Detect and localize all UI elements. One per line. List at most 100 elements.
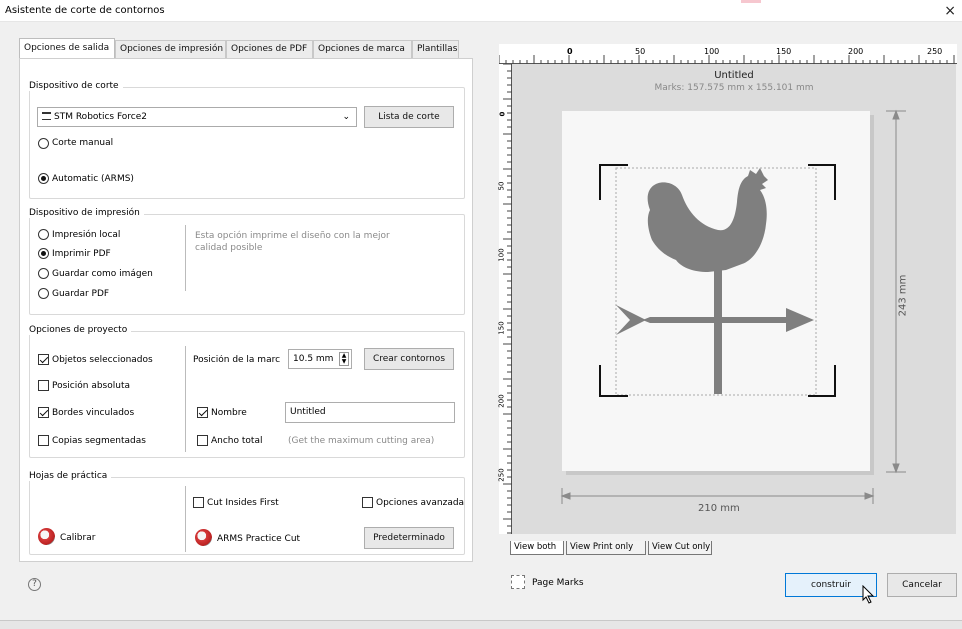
tab-view-both[interactable]: View both <box>510 541 564 555</box>
calibrate-icon[interactable] <box>38 528 55 545</box>
ruler-v-label: 150 <box>497 321 506 335</box>
total-width-label: Ancho total <box>211 436 263 446</box>
ruler-h-label: 50 <box>635 47 646 56</box>
advanced-options-label: Opciones avanzadas <box>376 498 464 508</box>
name-label: Nombre <box>211 408 247 418</box>
ruler-v-label: 100 <box>497 248 506 262</box>
height-dimension: 243 mm <box>897 274 909 317</box>
mark-position-input[interactable]: 10.5 mm ▲ ▼ <box>288 349 352 369</box>
weathervane-artwork <box>599 164 836 397</box>
save-pdf-label: Guardar PDF <box>52 289 110 299</box>
reg-mark-top-left <box>599 164 628 200</box>
print-device-label: Dispositivo de impresión <box>29 208 144 218</box>
mark-position-value: 10.5 mm <box>293 354 334 364</box>
horizontal-ruler: 0 50 100 150 200 250 <box>499 44 957 64</box>
mouse-cursor-icon <box>862 585 875 604</box>
practice-sheets-label: Hojas de práctica <box>29 471 112 481</box>
page-marks-label[interactable]: Page Marks <box>532 578 584 588</box>
total-width-checkbox[interactable] <box>197 435 208 446</box>
cut-device-select[interactable]: STM Robotics Force2 ⌄ <box>37 107 357 127</box>
divider <box>185 486 186 552</box>
help-icon[interactable]: ? <box>28 578 41 591</box>
tab-mark-options[interactable]: Opciones de marca <box>313 40 412 58</box>
segmented-copies-checkbox[interactable] <box>38 435 49 446</box>
rooster-silhouette <box>616 168 814 394</box>
default-button[interactable]: Predeterminado <box>364 527 454 549</box>
cut-device-group: Dispositivo de corte STM Robotics Force2… <box>29 81 465 199</box>
divider <box>185 225 186 291</box>
manual-cut-radio[interactable] <box>38 138 49 149</box>
ruler-h-label: 200 <box>848 47 864 56</box>
plotter-icon <box>42 112 51 120</box>
divider <box>185 346 186 452</box>
cancel-button[interactable]: Cancelar <box>887 573 957 597</box>
calibrate-label[interactable]: Calibrar <box>60 533 95 543</box>
linked-edges-label: Bordes vinculados <box>52 408 135 418</box>
project-options-group: Opciones de proyecto Objetos seleccionad… <box>29 325 465 458</box>
cut-list-button[interactable]: Lista de corte <box>364 106 454 128</box>
project-options-label: Opciones de proyecto <box>29 325 132 335</box>
close-icon[interactable]: × <box>944 3 956 19</box>
chevron-down-icon: ⌄ <box>342 112 350 122</box>
local-print-label: Impresión local <box>52 230 121 240</box>
cut-device-label: Dispositivo de corte <box>29 81 123 91</box>
absolute-position-checkbox[interactable] <box>38 380 49 391</box>
decorative-strip <box>741 0 761 3</box>
window-title: Asistente de corte de contornos <box>5 5 165 16</box>
name-checkbox[interactable] <box>197 407 208 418</box>
selected-objects-checkbox[interactable] <box>38 354 49 365</box>
segmented-copies-label: Copias segmentadas <box>52 436 146 446</box>
selected-objects-label: Objetos seleccionados <box>52 355 153 365</box>
tab-templates[interactable]: Plantillas <box>412 40 459 58</box>
ruler-h-label: 100 <box>704 47 720 56</box>
output-options-panel: Dispositivo de corte STM Robotics Force2… <box>19 58 473 562</box>
print-pdf-label: Imprimir PDF <box>52 249 111 259</box>
contour-cut-wizard-window: Asistente de corte de contornos × Opcion… <box>0 0 962 629</box>
ruler-v-label: 0 <box>498 111 507 117</box>
ruler-v-label: 50 <box>497 181 506 191</box>
tab-pdf-options[interactable]: Opciones de PDF <box>226 40 313 58</box>
tab-output-options[interactable]: Opciones de salida <box>19 38 115 58</box>
name-input[interactable]: Untitled <box>285 402 455 423</box>
practice-sheets-group: Hojas de práctica Cut Insides First Opci… <box>29 471 465 555</box>
linked-edges-checkbox[interactable] <box>38 407 49 418</box>
save-image-label: Guardar como imágen <box>52 269 153 279</box>
automatic-arms-label: Automatic (ARMS) <box>52 174 134 184</box>
automatic-arms-radio[interactable] <box>38 173 49 184</box>
print-description: Esta opción imprime el diseño con la mej… <box>195 231 390 253</box>
tab-view-cut-only[interactable]: View Cut only <box>648 541 712 555</box>
save-image-radio[interactable] <box>38 268 49 279</box>
reg-mark-top-right <box>808 164 836 200</box>
print-device-group: Dispositivo de impresión Impresión local… <box>29 208 465 315</box>
cut-insides-first-label: Cut Insides First <box>207 498 279 508</box>
manual-cut-label: Corte manual <box>52 138 114 148</box>
vertical-ruler-ticks <box>503 64 512 534</box>
ruler-v-label: 200 <box>497 394 506 408</box>
practice-cut-icon[interactable] <box>195 529 212 546</box>
tab-print-options[interactable]: Opciones de impresión <box>115 40 226 58</box>
reg-mark-bottom-left <box>599 365 628 397</box>
page-marks-icon[interactable] <box>511 575 525 589</box>
ruler-v-label: 250 <box>497 468 506 482</box>
save-pdf-radio[interactable] <box>38 288 49 299</box>
status-bar <box>0 620 962 629</box>
spinner-icon[interactable]: ▲ ▼ <box>339 352 349 366</box>
local-print-radio[interactable] <box>38 229 49 240</box>
ruler-h-label: 150 <box>776 47 792 56</box>
print-pdf-radio[interactable] <box>38 248 49 259</box>
width-dimension: 210 mm <box>698 503 740 514</box>
cut-insides-first-checkbox[interactable] <box>193 497 204 508</box>
reg-mark-bottom-right <box>808 365 836 397</box>
ruler-h-label: 0 <box>567 47 573 56</box>
advanced-options-checkbox[interactable] <box>362 497 373 508</box>
vertical-ruler: 0 50 100 150 200 250 <box>497 64 512 534</box>
tab-view-print-only[interactable]: View Print only <box>566 541 646 555</box>
mark-position-label: Posición de la marc <box>193 355 281 365</box>
arms-practice-cut-label[interactable]: ARMS Practice Cut <box>217 534 300 544</box>
title-bar: Asistente de corte de contornos × <box>0 0 962 22</box>
total-width-hint: (Get the maximum cutting area) <box>288 436 435 446</box>
cut-device-value: STM Robotics Force2 <box>54 112 148 122</box>
create-contours-button[interactable]: Crear contornos <box>364 348 454 370</box>
ruler-h-label: 250 <box>927 47 943 56</box>
absolute-position-label: Posición absoluta <box>52 381 130 391</box>
